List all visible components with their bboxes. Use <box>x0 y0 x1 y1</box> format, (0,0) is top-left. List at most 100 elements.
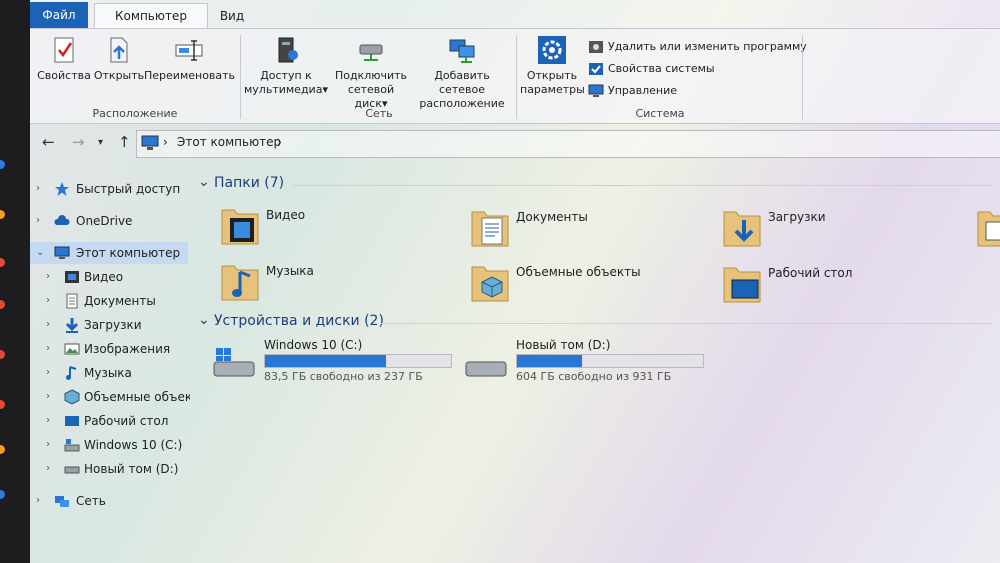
ribbon-group-label-location: Расположение <box>92 107 178 120</box>
sidebar-item-videos[interactable]: › Видео <box>30 266 190 288</box>
music-folder-icon <box>221 265 259 301</box>
document-icon <box>66 293 78 309</box>
address-bar[interactable]: › Этот компьютер › <box>136 130 1000 158</box>
forward-arrow-icon[interactable]: → <box>72 133 85 151</box>
cube-icon <box>64 389 80 405</box>
breadcrumb-chevron-icon[interactable]: › <box>277 135 282 149</box>
chevron-right-icon[interactable]: › <box>46 458 50 480</box>
tab-computer[interactable]: Компьютер <box>94 3 208 29</box>
sidebar-item-pictures[interactable]: › Изображения <box>30 338 190 360</box>
chevron-right-icon[interactable]: › <box>46 338 50 360</box>
drive-name: Windows 10 (C:) <box>264 338 363 352</box>
sidebar-item-label: Сеть <box>76 494 106 508</box>
map-network-drive-button[interactable]: Подключить сетевой диск▾ <box>330 35 412 111</box>
taskbar-dot <box>0 445 5 454</box>
section-chevron-down-icon[interactable]: ⌄ <box>198 312 210 328</box>
taskbar-dot <box>0 490 5 499</box>
folder-item-downloads[interactable]: Загрузки <box>722 206 962 252</box>
drive-usage-fill <box>265 355 386 367</box>
chevron-right-icon[interactable]: › <box>46 434 50 456</box>
chevron-right-icon[interactable]: › <box>46 362 50 384</box>
section-title-folders[interactable]: Папки (7) <box>214 175 284 191</box>
chevron-right-icon[interactable]: › <box>46 266 50 288</box>
ribbon-separator <box>240 35 241 119</box>
video-icon <box>65 271 79 283</box>
sidebar-item-label: Этот компьютер <box>76 246 181 260</box>
breadcrumb-chevron-icon: › <box>163 135 168 149</box>
sidebar-item-drive-d[interactable]: › Новый том (D:) <box>30 458 190 480</box>
network-location-icon <box>449 39 475 63</box>
uninstall-program-button[interactable]: Удалить или изменить программу <box>588 37 807 57</box>
chevron-right-icon[interactable]: › <box>46 410 50 432</box>
folder-item-videos[interactable]: Видео <box>220 204 460 250</box>
folder-item-pictures[interactable] <box>976 206 1000 252</box>
documents-folder-icon <box>471 211 509 247</box>
media-access-button[interactable]: Доступ к мультимедиа▾ <box>244 35 328 97</box>
rename-icon <box>175 40 203 61</box>
open-settings-label-2: параметры <box>520 83 585 96</box>
drive-usage-bar <box>516 354 704 368</box>
folder-name: Документы <box>516 210 588 224</box>
section-chevron-down-icon[interactable]: ⌄ <box>198 174 210 190</box>
ribbon-separator <box>516 35 517 119</box>
ribbon-group-location: Свойства Открыть Переименовать Расположе… <box>30 29 240 123</box>
chevron-right-icon[interactable]: › <box>46 290 50 312</box>
sidebar-item-label: Windows 10 (C:) <box>84 438 183 452</box>
sidebar-item-music[interactable]: › Музыка <box>30 362 190 384</box>
sidebar-item-3d-objects[interactable]: › Объемные объекты <box>30 386 190 408</box>
folder-item-desktop[interactable]: Рабочий стол <box>722 262 962 308</box>
sidebar-item-network[interactable]: › Сеть <box>30 490 190 512</box>
sidebar-item-label: Изображения <box>84 342 171 356</box>
properties-button[interactable]: Свойства <box>36 35 92 83</box>
chevron-right-icon[interactable]: › <box>36 210 40 232</box>
section-divider <box>292 185 992 186</box>
desktop-folder-icon <box>723 267 761 303</box>
chevron-right-icon[interactable]: › <box>46 386 50 408</box>
sidebar-item-label: Загрузки <box>84 318 142 332</box>
taskbar-dot <box>0 300 5 309</box>
sidebar-item-quick-access[interactable]: › Быстрый доступ <box>30 178 190 200</box>
sidebar-item-documents[interactable]: › Документы <box>30 290 190 312</box>
add-network-location-button[interactable]: Добавить сетевое расположение <box>410 35 514 111</box>
manage-button[interactable]: Управление <box>588 81 677 101</box>
chevron-right-icon[interactable]: › <box>46 314 50 336</box>
chevron-down-icon[interactable]: ⌄ <box>36 242 44 264</box>
media-server-icon <box>278 37 298 63</box>
programs-icon <box>589 41 603 53</box>
recent-locations-chevron-icon[interactable]: ▾ <box>98 137 103 148</box>
folder-item-3d-objects[interactable]: Объемные объекты <box>470 261 710 307</box>
section-title-drives[interactable]: Устройства и диски (2) <box>214 313 384 329</box>
drive-item-d[interactable]: Новый том (D:) 604 ГБ свободно из 931 ГБ <box>464 338 714 386</box>
sidebar-item-downloads[interactable]: › Загрузки <box>30 314 190 336</box>
star-icon <box>55 182 69 196</box>
sidebar-item-this-pc[interactable]: ⌄ Этот компьютер <box>30 242 188 264</box>
drive-item-c[interactable]: Windows 10 (C:) 83,5 ГБ свободно из 237 … <box>212 338 462 386</box>
back-arrow-icon[interactable]: ← <box>42 133 55 151</box>
sidebar-item-desktop[interactable]: › Рабочий стол <box>30 410 190 432</box>
folder-name: Объемные объекты <box>516 265 641 279</box>
ribbon-group-system: Открыть параметры Удалить или изменить п… <box>518 29 807 123</box>
open-settings-button[interactable]: Открыть параметры <box>520 35 585 97</box>
folder-item-music[interactable]: Музыка <box>220 260 460 306</box>
system-properties-button[interactable]: Свойства системы <box>588 59 715 79</box>
sidebar-item-onedrive[interactable]: › OneDrive <box>30 210 190 232</box>
chevron-right-icon[interactable]: › <box>36 490 40 512</box>
system-drive-icon <box>213 348 255 377</box>
up-arrow-icon[interactable]: ↑ <box>118 133 131 151</box>
breadcrumb[interactable]: Этот компьютер <box>177 135 281 149</box>
tab-file[interactable]: Файл <box>30 2 88 28</box>
sidebar-item-label: Новый том (D:) <box>84 462 179 476</box>
gear-icon <box>538 36 566 64</box>
sidebar-item-label: OneDrive <box>76 214 133 228</box>
download-arrow-icon <box>65 318 79 333</box>
folder-item-documents[interactable]: Документы <box>470 206 710 252</box>
sidebar-item-drive-c[interactable]: › Windows 10 (C:) <box>30 434 190 456</box>
ribbon-group-label-system: Система <box>635 107 685 120</box>
rename-button[interactable]: Переименовать <box>144 35 235 83</box>
open-button[interactable]: Открыть <box>92 35 146 83</box>
folder-name: Видео <box>266 208 306 222</box>
drive-icon <box>64 466 80 474</box>
folder-name: Рабочий стол <box>768 266 853 280</box>
chevron-right-icon[interactable]: › <box>36 178 40 200</box>
tab-view[interactable]: Вид <box>212 4 252 28</box>
